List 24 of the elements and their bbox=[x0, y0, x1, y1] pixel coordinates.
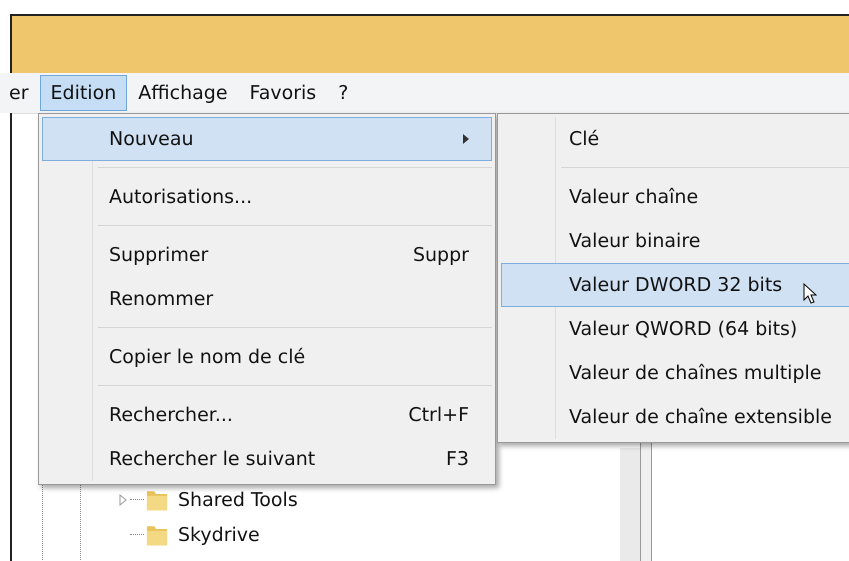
menu-item[interactable]: Rechercher le suivant F3 bbox=[42, 437, 492, 481]
menu-item[interactable]: Rechercher... Ctrl+F bbox=[42, 393, 492, 437]
mouse-pointer-icon bbox=[803, 283, 817, 305]
menu-bar-item[interactable]: ? bbox=[327, 75, 360, 111]
menu-item[interactable]: Valeur QWORD (64 bits) bbox=[501, 307, 849, 351]
menu-item[interactable]: Valeur DWORD 32 bits bbox=[501, 263, 849, 307]
menu-item[interactable]: Copier le nom de clé bbox=[42, 335, 492, 379]
menu-item[interactable]: Valeur de chaînes multiple bbox=[501, 351, 849, 395]
menu-item[interactable]: Autorisations... bbox=[42, 175, 492, 219]
tree-item[interactable]: Shared Tools bbox=[178, 488, 298, 510]
menu-item[interactable]: Valeur de chaîne extensible bbox=[501, 395, 849, 439]
menu-bar-item[interactable]: Edition bbox=[40, 75, 128, 111]
menu-item[interactable]: Supprimer Suppr bbox=[42, 233, 492, 277]
menu-item[interactable]: Nouveau bbox=[42, 117, 492, 161]
tree-item[interactable]: Skydrive bbox=[178, 524, 260, 546]
menu-bar-item[interactable]: er bbox=[0, 75, 40, 111]
menu-bar-item[interactable]: Affichage bbox=[127, 75, 239, 111]
menu-item[interactable]: Clé bbox=[501, 117, 849, 161]
menu-item[interactable]: Renommer bbox=[42, 277, 492, 321]
menu-item[interactable]: Valeur binaire bbox=[501, 219, 849, 263]
scrollbar[interactable] bbox=[620, 448, 640, 561]
menu-item[interactable]: Valeur chaîne bbox=[501, 175, 849, 219]
expand-arrow-icon[interactable] bbox=[118, 494, 128, 506]
menu-bar-item[interactable]: Favoris bbox=[238, 75, 328, 111]
